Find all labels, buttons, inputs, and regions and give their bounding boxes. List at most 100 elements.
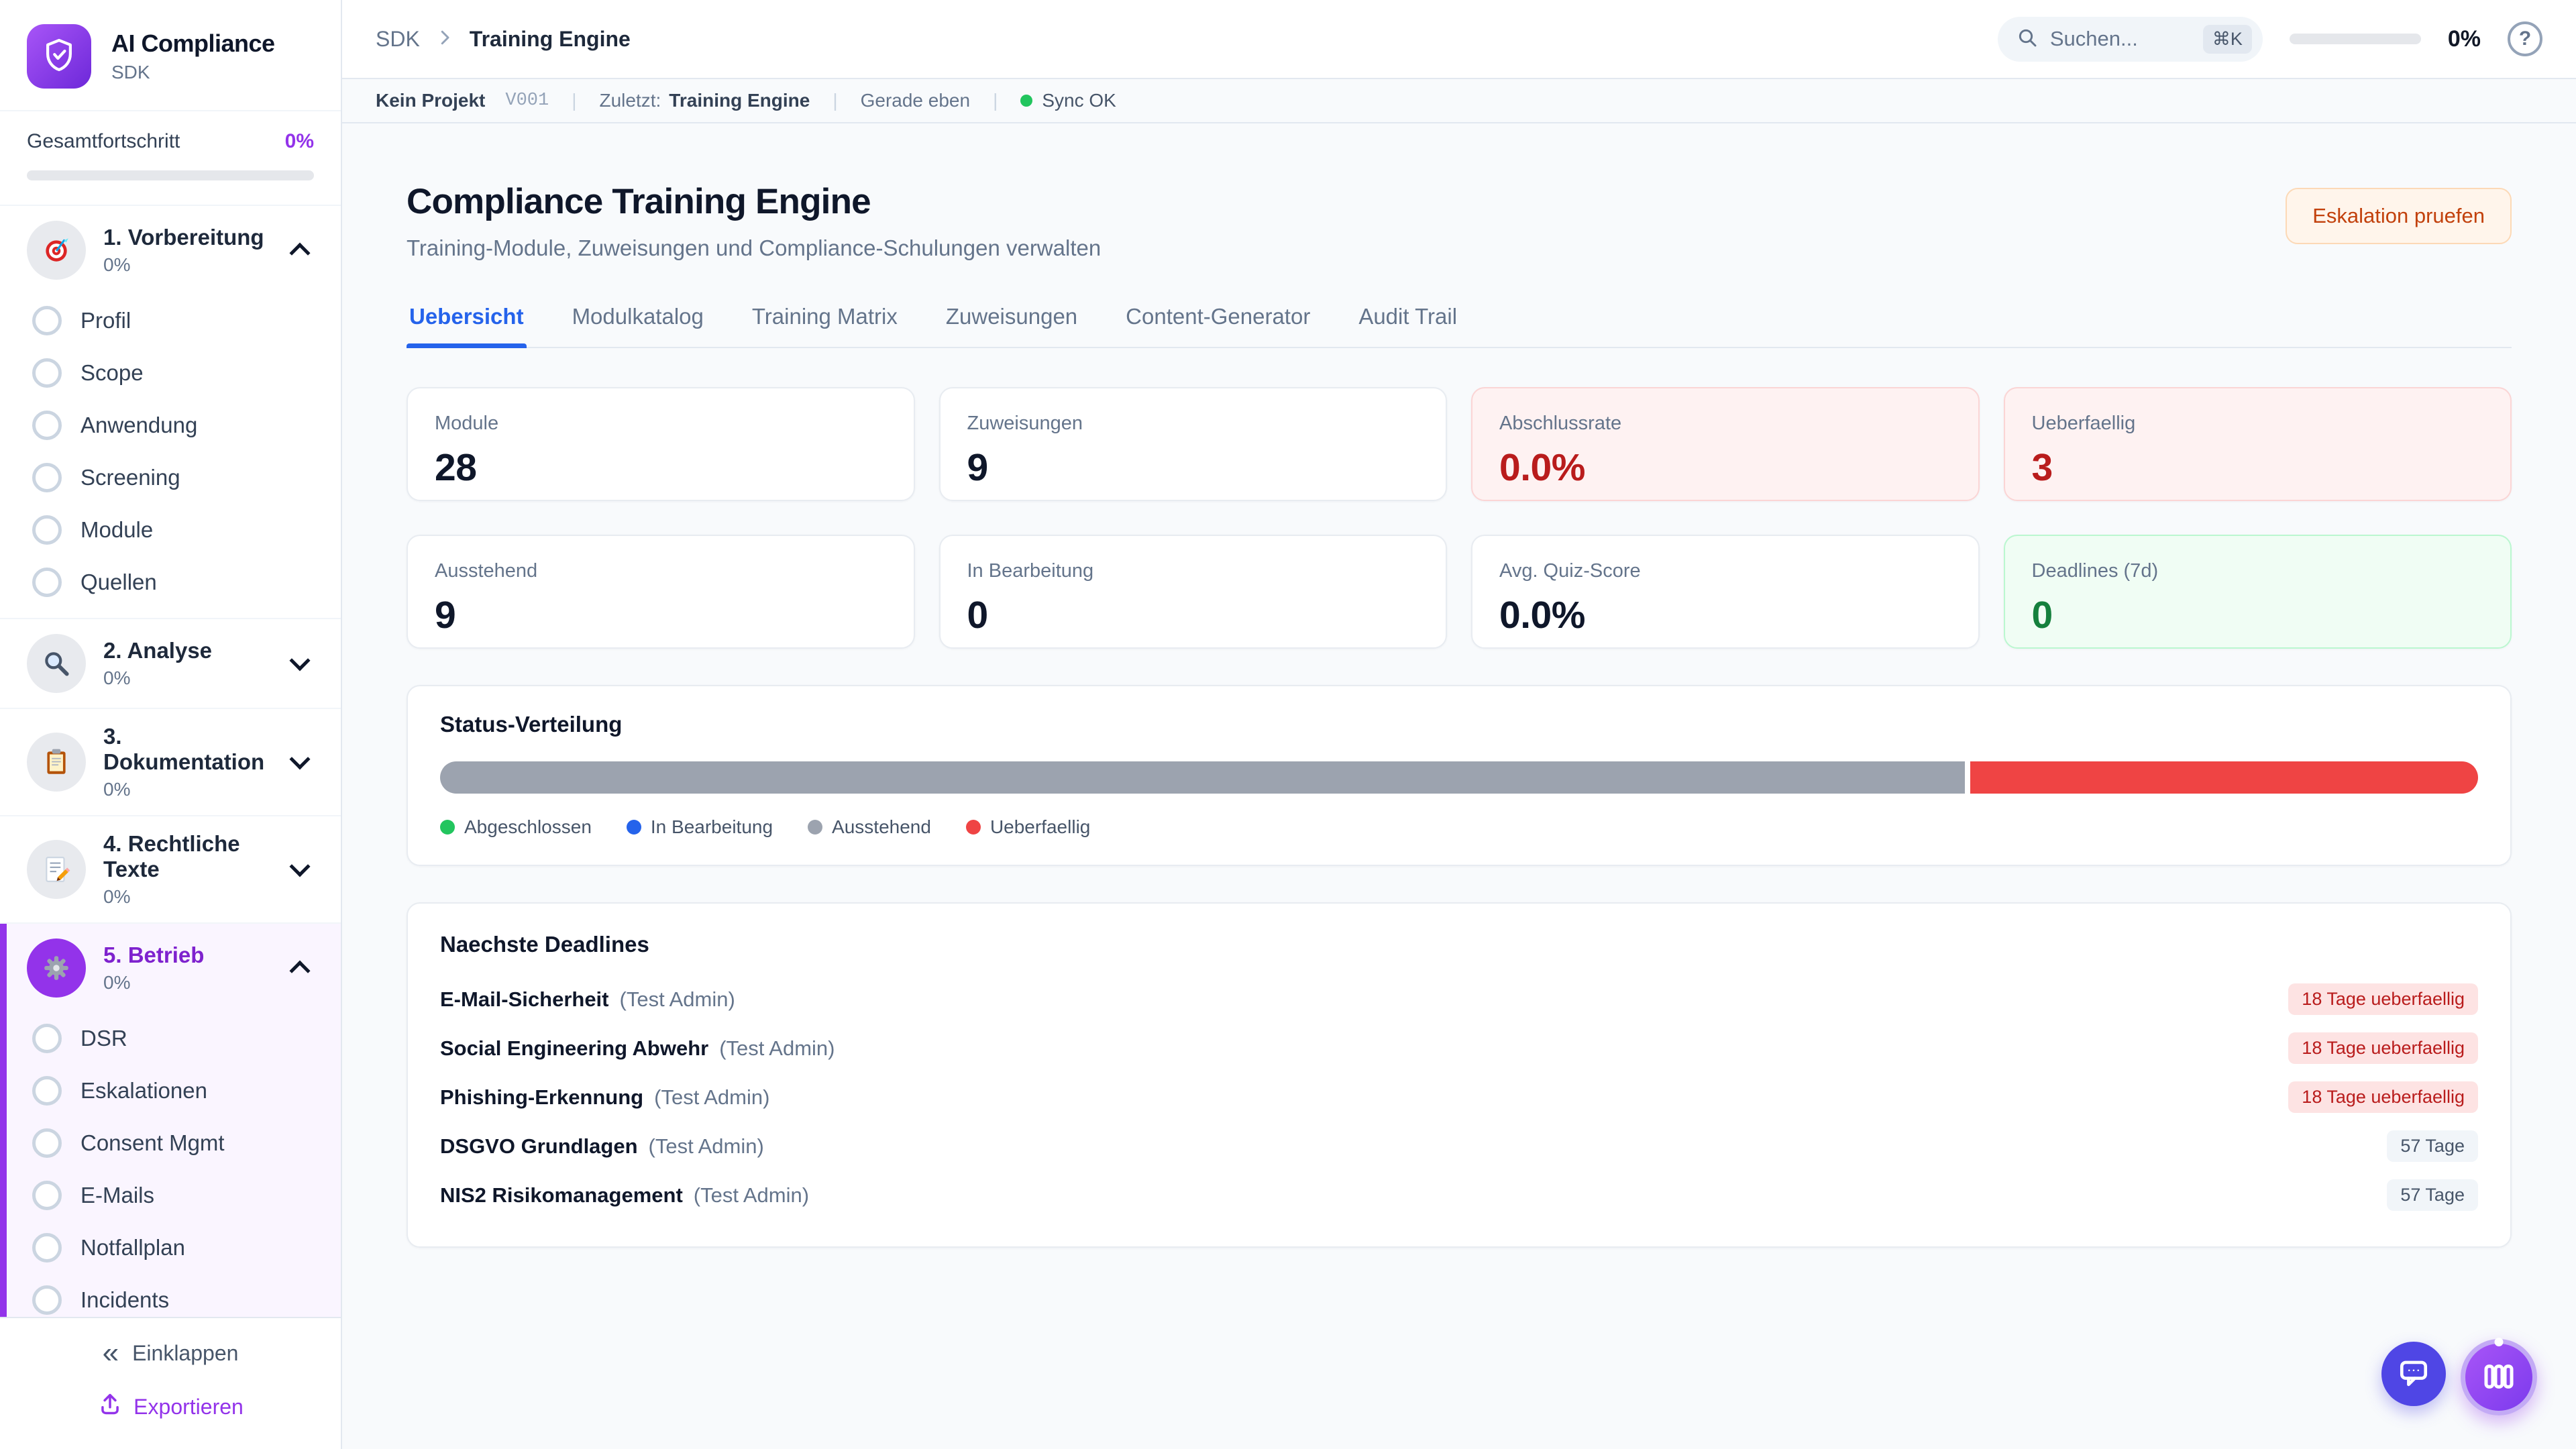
stat-label: Module	[435, 413, 887, 435]
sidebar-item-anwendung[interactable]: Anwendung	[0, 399, 341, 451]
sidebar-item-profil[interactable]: Profil	[0, 294, 341, 347]
tab-training-matrix[interactable]: Training Matrix	[749, 300, 900, 347]
status-distribution-panel: Status-Verteilung Abgeschlossen In Bearb…	[407, 685, 2512, 866]
legend-item: Abgeschlossen	[440, 816, 592, 838]
section-label: 2. Analyse	[103, 638, 275, 663]
sidebar-footer: « Einklappen Exportieren	[0, 1317, 341, 1449]
clipboard-icon	[27, 733, 86, 792]
status-distribution-bar	[440, 761, 2478, 794]
section-label: 5. Betrieb	[103, 943, 275, 968]
tab-modulkatalog[interactable]: Modulkatalog	[570, 300, 706, 347]
deadline-badge: 18 Tage ueberfaellig	[2288, 1081, 2478, 1113]
step-circle-icon	[32, 358, 62, 388]
sidebar-item-scope[interactable]: Scope	[0, 347, 341, 399]
deadline-module: DSGVO Grundlagen	[440, 1134, 638, 1159]
deadline-badge: 18 Tage ueberfaellig	[2288, 983, 2478, 1015]
sidebar-section-header[interactable]: 1. Vorbereitung 0%	[0, 206, 341, 294]
deadlines-title: Naechste Deadlines	[440, 932, 2478, 957]
page-content: Compliance Training Engine Training-Modu…	[342, 123, 2576, 1449]
sidebar-item-notfallplan[interactable]: Notfallplan	[0, 1222, 341, 1274]
legend-dot-icon	[627, 820, 641, 835]
check-escalation-button[interactable]: Eskalation pruefen	[2286, 188, 2512, 244]
sidebar-section-header[interactable]: 5. Betrieb 0%	[0, 924, 341, 1012]
step-label: Profil	[80, 308, 131, 333]
breadcrumb-root[interactable]: SDK	[376, 27, 420, 52]
step-circle-icon	[32, 1076, 62, 1106]
main-area: SDK Training Engine ⌘K 0% ?	[342, 0, 2576, 1449]
columns-fab-button[interactable]	[2461, 1339, 2537, 1415]
section-label: 3. Dokumentation	[103, 724, 275, 775]
chevron-down-icon	[289, 650, 310, 671]
legend-item: In Bearbeitung	[627, 816, 773, 838]
search-box[interactable]: ⌘K	[1998, 17, 2263, 62]
sidebar-item-dsr[interactable]: DSR	[0, 1012, 341, 1065]
tab-audit-trail[interactable]: Audit Trail	[1356, 300, 1460, 347]
sidebar-item-e-mails[interactable]: E-Mails	[0, 1169, 341, 1222]
sidebar-section-header[interactable]: 3. Dokumentation 0%	[0, 709, 341, 815]
export-button[interactable]: Exportieren	[97, 1391, 244, 1422]
sidebar-section: 1. Vorbereitung 0% Profil Scope Anwendun…	[0, 205, 341, 618]
sidebar-item-screening[interactable]: Screening	[0, 451, 341, 504]
sidebar-item-quellen[interactable]: Quellen	[0, 556, 341, 608]
stat-value: 0.0%	[1499, 593, 1951, 637]
chat-bubble-icon	[2396, 1355, 2432, 1393]
deadline-row: NIS2 Risikomanagement (Test Admin) 57 Ta…	[440, 1171, 2478, 1220]
deadline-row: Phishing-Erkennung (Test Admin) 18 Tage …	[440, 1073, 2478, 1122]
legend-label: Ueberfaellig	[990, 816, 1090, 838]
deadline-assignee: (Test Admin)	[654, 1085, 769, 1110]
step-label: Notfallplan	[80, 1235, 185, 1260]
sidebar-nav: 1. Vorbereitung 0% Profil Scope Anwendun…	[0, 205, 341, 1317]
stat-value: 0.0%	[1499, 445, 1951, 490]
step-label: Eskalationen	[80, 1078, 207, 1104]
columns-icon	[2479, 1357, 2518, 1398]
legend-label: Ausstehend	[832, 816, 931, 838]
sidebar-section-header[interactable]: 4. Rechtliche Texte 0%	[0, 816, 341, 922]
shield-check-icon	[41, 37, 77, 76]
deadline-row: E-Mail-Sicherheit (Test Admin) 18 Tage u…	[440, 975, 2478, 1024]
stat-label: Ausstehend	[435, 560, 887, 582]
search-input[interactable]	[2050, 27, 2191, 51]
deadline-assignee: (Test Admin)	[649, 1134, 764, 1159]
stat-label: Avg. Quiz-Score	[1499, 560, 1951, 582]
stat-label: Zuweisungen	[967, 413, 1419, 435]
section-items: DSR Eskalationen Consent Mgmt E-Mails No…	[0, 1012, 341, 1317]
step-label: Scope	[80, 360, 144, 386]
section-items: Profil Scope Anwendung Screening Module …	[0, 294, 341, 618]
help-button[interactable]: ?	[2508, 21, 2542, 56]
stat-card: In Bearbeitung 0	[939, 535, 1448, 649]
tab-uebersicht[interactable]: Uebersicht	[407, 300, 527, 347]
tab-zuweisungen[interactable]: Zuweisungen	[943, 300, 1080, 347]
deadlines-panel: Naechste Deadlines E-Mail-Sicherheit (Te…	[407, 902, 2512, 1248]
last-sync-time: Gerade eben	[861, 90, 970, 111]
sidebar-section-header[interactable]: 2. Analyse 0%	[0, 619, 341, 708]
legend-label: In Bearbeitung	[651, 816, 773, 838]
legend-item: Ausstehend	[808, 816, 931, 838]
stat-label: Deadlines (7d)	[2032, 560, 2484, 582]
sidebar: AI Compliance SDK Gesamtfortschritt 0% 1…	[0, 0, 342, 1449]
sidebar-item-consent-mgmt[interactable]: Consent Mgmt	[0, 1117, 341, 1169]
target-icon	[27, 221, 86, 280]
collapse-sidebar-button[interactable]: « Einklappen	[103, 1341, 239, 1366]
chat-fab-button[interactable]	[2381, 1342, 2446, 1406]
page-subtitle: Training-Module, Zuweisungen und Complia…	[407, 235, 1101, 261]
step-circle-icon	[32, 463, 62, 492]
chevron-up-icon	[289, 243, 310, 264]
stat-card: Ausstehend 9	[407, 535, 915, 649]
step-circle-icon	[32, 1233, 62, 1263]
sidebar-item-incidents[interactable]: Incidents	[0, 1274, 341, 1317]
tab-content-generator[interactable]: Content-Generator	[1123, 300, 1313, 347]
stat-card: Avg. Quiz-Score 0.0%	[1471, 535, 1980, 649]
breadcrumb-current: Training Engine	[470, 27, 631, 52]
stat-card: Module 28	[407, 387, 915, 501]
stats-grid: Module 28 Zuweisungen 9 Abschlussrate 0.…	[407, 387, 2512, 649]
section-progress: 0%	[103, 667, 275, 689]
section-progress: 0%	[103, 886, 275, 908]
sidebar-section: 2. Analyse 0%	[0, 618, 341, 708]
page-title: Compliance Training Engine	[407, 181, 1101, 222]
deadlines-list: E-Mail-Sicherheit (Test Admin) 18 Tage u…	[440, 975, 2478, 1220]
section-progress: 0%	[103, 972, 275, 994]
gear-icon	[27, 938, 86, 998]
memo-icon	[27, 840, 86, 899]
sidebar-item-eskalationen[interactable]: Eskalationen	[0, 1065, 341, 1117]
sidebar-item-module[interactable]: Module	[0, 504, 341, 556]
